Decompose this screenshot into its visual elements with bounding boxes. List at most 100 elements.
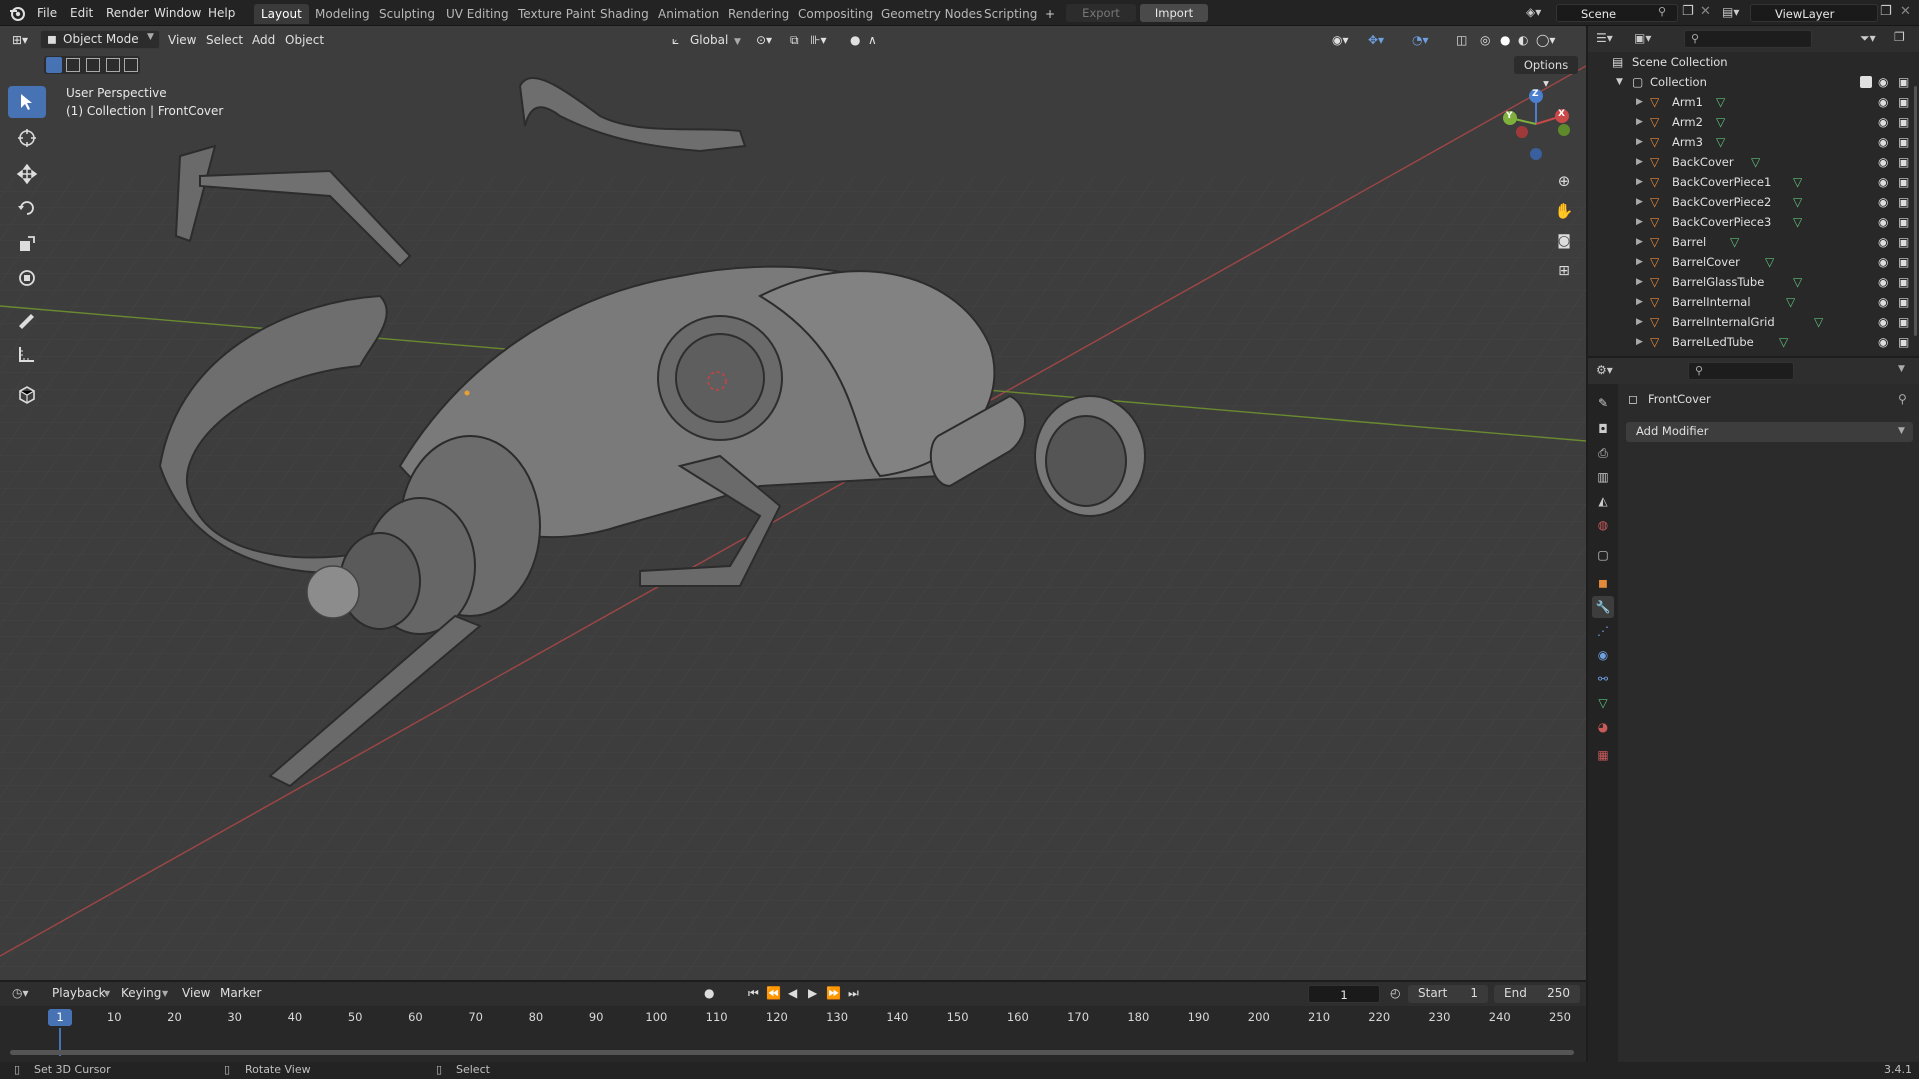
play-reverse-icon[interactable]: ◀ <box>788 986 797 1000</box>
xray-icon[interactable]: ◫ <box>1456 32 1467 48</box>
camera-icon[interactable]: ◙ <box>1551 228 1577 254</box>
add-cube-tool[interactable] <box>8 378 46 410</box>
timeline-view-menu[interactable]: View <box>182 986 210 1000</box>
render-camera-icon[interactable]: ▣ <box>1898 272 1909 292</box>
properties-editor-icon[interactable]: ⚙▾ <box>1596 363 1613 377</box>
timeline-ruler[interactable]: 10 20 30 40 50 60 70 80 90 100 110 120 130 140 150 160 1… <box>0 1006 1586 1028</box>
view-layer-tab-icon[interactable]: ▥ <box>1592 466 1614 488</box>
render-camera-icon[interactable]: ▣ <box>1898 312 1909 332</box>
expand-arrow-icon[interactable]: ▶ <box>1636 172 1643 192</box>
expand-arrow-icon[interactable]: ▶ <box>1636 212 1643 232</box>
expand-arrow-icon[interactable]: ▶ <box>1636 112 1643 132</box>
timeline-scrollbar[interactable] <box>10 1050 1574 1055</box>
marker-menu[interactable]: Marker <box>220 986 261 1000</box>
outliner-item[interactable]: ▶ ▽ BarrelLedTube ▽ ◉ ▣ <box>1588 332 1919 352</box>
filter-icon[interactable]: ⏷▾ <box>1860 31 1876 46</box>
eye-icon[interactable]: ◉ <box>1878 312 1888 332</box>
expand-arrow-icon[interactable]: ▶ <box>1636 232 1643 252</box>
select-subtract-icon[interactable] <box>86 58 100 72</box>
tab-animation[interactable]: Animation <box>651 4 726 24</box>
render-camera-icon[interactable]: ▣ <box>1898 332 1909 352</box>
menu-edit[interactable]: Edit <box>64 4 99 22</box>
select-intersect-icon[interactable] <box>124 58 138 72</box>
outliner-item[interactable]: ▶ ▽ BarrelCover ▽ ◉ ▣ <box>1588 252 1919 272</box>
eye-icon[interactable]: ◉ <box>1878 112 1888 132</box>
output-tab-icon[interactable]: ⎙ <box>1592 442 1614 464</box>
render-camera-icon[interactable]: ▣ <box>1898 192 1909 212</box>
proportional-edit-icon[interactable]: ● <box>850 32 860 48</box>
delete-view-layer-icon[interactable]: ✕ <box>1900 4 1911 19</box>
expand-arrow-icon[interactable]: ▶ <box>1636 332 1643 352</box>
export-button[interactable]: Export <box>1066 4 1136 22</box>
outliner-item[interactable]: ▶ ▽ Arm3 ▽ ◉ ▣ <box>1588 132 1919 152</box>
outliner-item[interactable]: ▶ ▽ BackCoverPiece1 ▽ ◉ ▣ <box>1588 172 1919 192</box>
render-camera-icon[interactable]: ▣ <box>1898 112 1909 132</box>
scene-type-icon[interactable]: ◈▾ <box>1526 5 1552 21</box>
expand-arrow-icon[interactable]: ▶ <box>1636 252 1643 272</box>
jump-start-icon[interactable]: ⏮ <box>748 986 759 1001</box>
object-mode-dropdown[interactable]: ◼ Object Mode ▼ <box>40 30 160 49</box>
tab-layout[interactable]: Layout <box>254 4 309 24</box>
particles-tab-icon[interactable]: ⋰ <box>1592 620 1614 642</box>
zoom-icon[interactable]: ⊕ <box>1551 168 1577 194</box>
modifier-tab-icon[interactable]: 🔧 <box>1592 596 1614 618</box>
snap-target-icon[interactable]: ⊪▾ <box>810 32 826 48</box>
eye-icon[interactable]: ◉ <box>1878 332 1888 352</box>
delete-scene-icon[interactable]: ✕ <box>1700 4 1711 19</box>
menu-object[interactable]: Object <box>285 32 324 48</box>
add-modifier-dropdown[interactable]: Add Modifier ▼ <box>1626 422 1913 442</box>
outliner-search-input[interactable]: ⚲ <box>1684 30 1812 48</box>
collection-checkbox[interactable] <box>1860 76 1872 88</box>
measure-tool[interactable] <box>8 338 46 370</box>
outliner-item[interactable]: ▶ ▽ BarrelInternalGrid ▽ ◉ ▣ <box>1588 312 1919 332</box>
eye-icon[interactable]: ◉ <box>1878 272 1888 292</box>
transform-tool[interactable] <box>8 262 46 294</box>
current-frame-field[interactable]: 1 <box>1308 985 1380 1003</box>
snap-icon[interactable]: ⧉ <box>790 32 799 48</box>
next-keyframe-icon[interactable]: ⏩ <box>826 986 841 1000</box>
editor-type-icon[interactable]: ⊞▾ <box>12 32 28 48</box>
falloff-icon[interactable]: ∧ <box>868 32 877 48</box>
expand-arrow-icon[interactable]: ▶ <box>1636 192 1643 212</box>
wireframe-shading-icon[interactable]: ◎ <box>1480 32 1490 48</box>
render-tab-icon[interactable]: ◘ <box>1592 418 1614 440</box>
select-box-tool[interactable] <box>8 86 46 118</box>
new-collection-icon[interactable]: ❐ <box>1894 30 1905 44</box>
playback-menu[interactable]: Playback <box>52 986 106 1000</box>
render-camera-icon[interactable]: ▣ <box>1898 212 1909 232</box>
move-tool[interactable] <box>8 158 46 190</box>
eye-icon[interactable]: ◉ <box>1878 252 1888 272</box>
view-layer-field[interactable]: ViewLayer <box>1750 4 1878 22</box>
eye-icon[interactable]: ◉ <box>1878 152 1888 172</box>
tab-texture-paint[interactable]: Texture Paint <box>511 4 602 24</box>
outliner-item[interactable]: ▶ ▽ BackCoverPiece2 ▽ ◉ ▣ <box>1588 192 1919 212</box>
eye-icon[interactable]: ◉ <box>1878 92 1888 112</box>
rendered-shading-icon[interactable]: ◯▾ <box>1536 32 1555 48</box>
menu-file[interactable]: File <box>31 4 63 22</box>
tab-rendering[interactable]: Rendering <box>721 4 796 24</box>
blender-logo-icon[interactable] <box>8 4 26 22</box>
jump-end-icon[interactable]: ⏭ <box>848 986 859 1001</box>
overlay-icon[interactable]: ◔▾ <box>1412 32 1429 48</box>
pivot-icon[interactable]: ⊙▾ <box>756 32 772 48</box>
gizmo-icon[interactable]: ✥▾ <box>1368 32 1384 48</box>
navigation-gizmo[interactable]: Z X Y <box>1496 84 1576 164</box>
menu-view[interactable]: View <box>168 32 196 48</box>
menu-window[interactable]: Window <box>148 4 207 22</box>
end-frame-field[interactable]: End 250 <box>1494 985 1580 1003</box>
outliner-scrollbar[interactable] <box>1914 86 1917 336</box>
expand-arrow-icon[interactable]: ▶ <box>1636 92 1643 112</box>
render-camera-icon[interactable]: ▣ <box>1898 92 1909 112</box>
render-camera-icon[interactable]: ▣ <box>1898 152 1909 172</box>
import-button[interactable]: Import <box>1140 4 1208 22</box>
keying-menu[interactable]: Keying <box>121 986 161 1000</box>
material-tab-icon[interactable]: ◕ <box>1592 716 1614 738</box>
eye-icon[interactable]: ◉ <box>1878 172 1888 192</box>
prev-keyframe-icon[interactable]: ⏪ <box>766 986 781 1000</box>
render-camera-icon[interactable]: ▣ <box>1898 232 1909 252</box>
chevron-down-icon[interactable]: ▼ <box>1898 364 1905 374</box>
perspective-toggle-icon[interactable]: ⊞ <box>1551 258 1577 284</box>
3d-viewport[interactable] <box>0 26 1586 980</box>
eye-icon[interactable]: ◉ <box>1878 132 1888 152</box>
render-camera-icon[interactable]: ▣ <box>1898 172 1909 192</box>
